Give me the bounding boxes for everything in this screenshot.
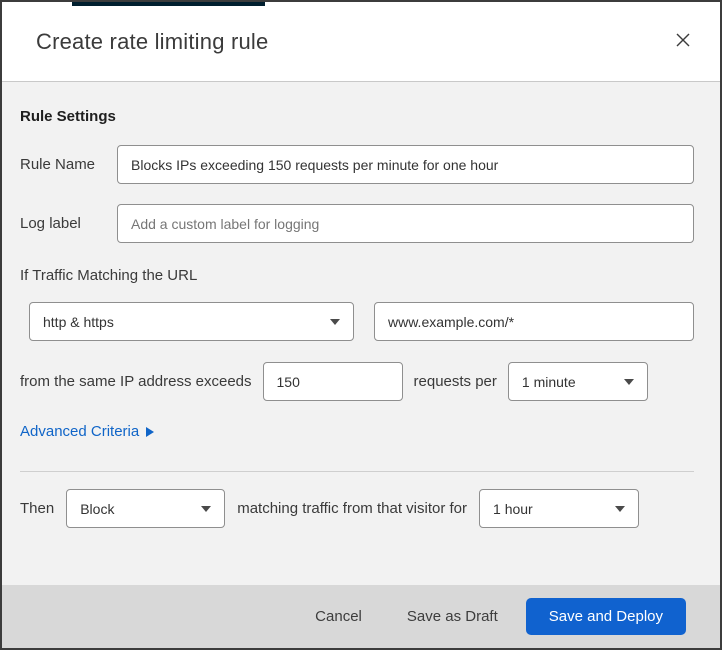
advanced-criteria-link[interactable]: Advanced Criteria [20,423,155,440]
advanced-criteria-label: Advanced Criteria [20,423,140,440]
rule-settings-heading: Rule Settings [20,108,116,125]
action-select[interactable]: Block [66,489,226,528]
dialog-body: Rule Settings Rule Name Log label If Tra… [2,82,720,585]
period-selected-value: 1 minute [521,373,576,390]
page-behind-strip [72,2,265,6]
rule-name-input[interactable] [117,145,694,184]
arrow-right-icon [146,426,155,437]
action-middle-text: matching traffic from that visitor for [237,500,468,517]
period-select[interactable]: 1 minute [507,362,648,401]
threshold-suffix-text: requests per [413,373,497,390]
log-label-label: Log label [20,215,81,232]
url-match-row: http & https [20,302,694,341]
threshold-row: from the same IP address exceeds request… [20,362,694,401]
log-label-input[interactable] [117,204,694,243]
save-and-deploy-button[interactable]: Save and Deploy [525,598,686,635]
chevron-down-icon [623,378,634,385]
scheme-selected-value: http & https [43,313,114,330]
action-row: Then Block matching traffic from that vi… [20,489,694,528]
chevron-down-icon [330,318,340,325]
then-text: Then [20,500,55,517]
dialog-header: Create rate limiting rule [2,2,720,82]
request-count-input[interactable] [262,362,403,401]
rule-name-row: Rule Name [20,145,694,184]
duration-select[interactable]: 1 hour [479,489,640,528]
duration-selected-value: 1 hour [493,500,533,517]
log-label-row: Log label [20,204,694,243]
close-button[interactable] [668,27,698,57]
scheme-select[interactable]: http & https [29,302,354,341]
dialog-footer: Cancel Save as Draft Save and Deploy [2,585,720,648]
url-pattern-input[interactable] [374,302,694,341]
chevron-down-icon [201,505,212,512]
action-selected-value: Block [80,500,115,517]
page-title: Create rate limiting rule [36,28,269,54]
threshold-prefix-text: from the same IP address exceeds [20,373,252,390]
close-icon [675,32,691,51]
traffic-match-intro: If Traffic Matching the URL [20,267,198,284]
save-as-draft-button[interactable]: Save as Draft [407,608,498,625]
section-divider [20,471,694,472]
create-rate-limiting-rule-dialog: Create rate limiting rule Rule Settings … [0,0,722,650]
rule-name-label: Rule Name [20,156,96,173]
cancel-button[interactable]: Cancel [315,608,362,625]
chevron-down-icon [615,505,626,512]
